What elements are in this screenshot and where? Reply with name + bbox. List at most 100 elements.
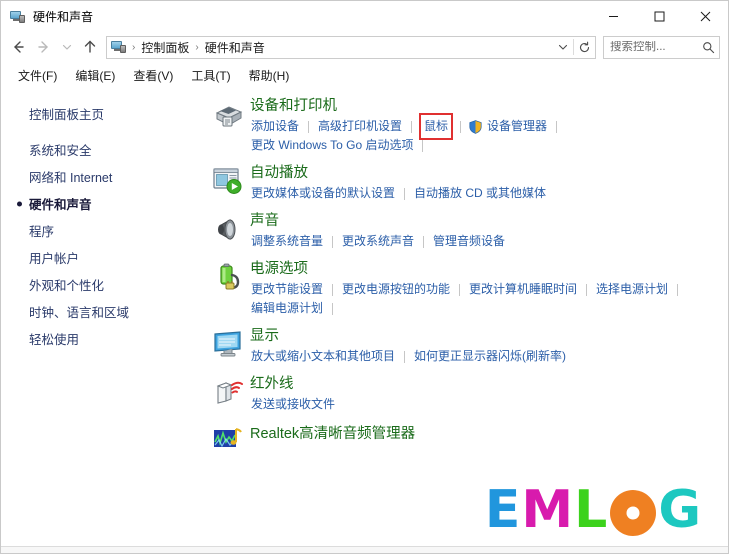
logo-letter-e: E <box>484 480 522 540</box>
sidebar-current-bullet <box>17 201 22 206</box>
category-2: 声音 调整系统音量 更改系统声音 管理音频设备 <box>206 211 728 251</box>
window-title: 硬件和声音 <box>33 10 94 24</box>
sound-icon <box>212 214 244 251</box>
category-link-wrap: 如何更正显示器闪烁(刷新率) <box>413 347 567 366</box>
category-link-wrap: 更改媒体或设备的默认设置 <box>250 184 396 203</box>
search-icon[interactable] <box>697 37 719 58</box>
category-link-1-1[interactable]: 自动播放 CD 或其他媒体 <box>413 184 547 203</box>
logo-letter-l: L <box>574 480 609 540</box>
category-title-5[interactable]: 红外线 <box>250 375 294 394</box>
link-separator <box>332 235 334 248</box>
category-link-0-3[interactable]: 设备管理器 <box>486 117 548 136</box>
category-icon-wrap <box>206 96 250 155</box>
category-link-wrap: 自动播放 CD 或其他媒体 <box>413 184 547 203</box>
category-link-0-2[interactable]: 鼠标 <box>419 113 454 140</box>
sidebar-item-label: 时钟、语言和区域 <box>29 306 130 320</box>
category-body: Realtek高清晰音频管理器 <box>250 422 718 458</box>
category-icon-wrap <box>206 422 250 458</box>
category-link-0-0[interactable]: 添加设备 <box>250 117 300 136</box>
sidebar-item-label: 外观和个性化 <box>29 279 105 293</box>
category-link-2-1[interactable]: 更改系统声音 <box>341 232 415 251</box>
category-title-0[interactable]: 设备和打印机 <box>250 97 337 116</box>
sidebar-item-control-panel-home[interactable]: 控制面板主页 <box>1 100 206 136</box>
menu-file[interactable]: 文件(F) <box>9 64 66 87</box>
up-arrow-icon[interactable] <box>77 35 103 59</box>
infrared-icon <box>212 377 244 414</box>
category-link-0-4[interactable]: 更改 Windows To Go 启动选项 <box>250 136 414 155</box>
menu-bar: 文件(F) 编辑(E) 查看(V) 工具(T) 帮助(H) <box>1 62 728 88</box>
category-link-3-0[interactable]: 更改节能设置 <box>250 280 324 299</box>
category-link-wrap: 高级打印机设置 <box>317 117 403 136</box>
category-link-0-1[interactable]: 高级打印机设置 <box>317 117 403 136</box>
category-link-wrap: 管理音频设备 <box>432 232 506 251</box>
category-link-wrap: 调整系统音量 <box>250 232 324 251</box>
category-link-3-2[interactable]: 更改计算机睡眠时间 <box>468 280 578 299</box>
sidebar-item-3[interactable]: 程序 <box>1 217 206 244</box>
recent-locations-chevron-down-icon[interactable] <box>57 35 77 59</box>
sidebar-item-label: 用户帐户 <box>29 252 80 266</box>
category-icon-wrap <box>206 374 250 414</box>
category-link-wrap: 更改节能设置 <box>250 280 324 299</box>
address-bar[interactable]: › 控制面板 › 硬件和声音 <box>106 35 596 59</box>
category-title-3[interactable]: 电源选项 <box>250 260 308 279</box>
category-link-3-1[interactable]: 更改电源按钮的功能 <box>341 280 451 299</box>
category-list: 设备和打印机 添加设备 高级打印机设置 鼠标 设备管理器更改 Windows To Go… <box>206 88 728 546</box>
category-links: 更改媒体或设备的默认设置 自动播放 CD 或其他媒体 <box>250 184 718 203</box>
category-link-wrap: 鼠标 <box>419 113 454 140</box>
sidebar-item-4[interactable]: 用户帐户 <box>1 244 206 271</box>
minimize-button[interactable] <box>590 1 636 32</box>
logo-letter-g: G <box>658 480 702 540</box>
emlog-watermark-logo: E M L G <box>485 484 702 536</box>
address-chevron-down-icon[interactable] <box>552 37 573 58</box>
realtek-audio-icon <box>212 425 244 458</box>
sidebar-item-0[interactable]: 系统和安全 <box>1 136 206 163</box>
menu-view[interactable]: 查看(V) <box>124 64 182 87</box>
category-link-wrap: 发送或接收文件 <box>250 395 336 414</box>
menu-help[interactable]: 帮助(H) <box>240 64 299 87</box>
back-arrow-icon[interactable] <box>5 35 31 59</box>
category-links: 添加设备 高级打印机设置 鼠标 设备管理器更改 Windows To Go 启动选项 <box>250 113 718 155</box>
link-separator <box>411 120 413 133</box>
sidebar-item-6[interactable]: 时钟、语言和区域 <box>1 298 206 325</box>
category-body: 设备和打印机 添加设备 高级打印机设置 鼠标 设备管理器更改 Windows To Go… <box>250 96 718 155</box>
refresh-icon[interactable] <box>574 37 595 58</box>
forward-arrow-icon[interactable] <box>31 35 57 59</box>
category-title-2[interactable]: 声音 <box>250 212 279 231</box>
category-link-4-1[interactable]: 如何更正显示器闪烁(刷新率) <box>413 347 567 366</box>
category-link-3-3[interactable]: 选择电源计划 <box>595 280 669 299</box>
category-link-5-0[interactable]: 发送或接收文件 <box>250 395 336 414</box>
sidebar-item-5[interactable]: 外观和个性化 <box>1 271 206 298</box>
category-links: 更改节能设置 更改电源按钮的功能 更改计算机睡眠时间 选择电源计划编辑电源计划 <box>250 280 718 318</box>
category-title-6[interactable]: Realtek高清晰音频管理器 <box>250 423 415 445</box>
category-link-wrap: 更改计算机睡眠时间 <box>468 280 578 299</box>
category-link-3-4[interactable]: 编辑电源计划 <box>250 299 324 318</box>
menu-tools[interactable]: 工具(T) <box>182 64 239 87</box>
sidebar-item-2[interactable]: 硬件和声音 <box>1 190 206 217</box>
window-body: 控制面板主页 系统和安全 网络和 Internet 硬件和声音 程序用户帐户外观和个性… <box>1 88 728 546</box>
breadcrumb: › 控制面板 › 硬件和声音 <box>107 38 552 57</box>
category-link-4-0[interactable]: 放大或缩小文本和其他项目 <box>250 347 396 366</box>
category-title-1[interactable]: 自动播放 <box>250 164 308 183</box>
category-4: 显示 放大或缩小文本和其他项目 如何更正显示器闪烁(刷新率) <box>206 326 728 366</box>
link-separator <box>332 283 334 296</box>
sidebar-category-list: 系统和安全 网络和 Internet 硬件和声音 程序用户帐户外观和个性化时钟、语言和… <box>1 136 206 352</box>
category-title-4[interactable]: 显示 <box>250 327 279 346</box>
sidebar-item-1[interactable]: 网络和 Internet <box>1 163 206 190</box>
search-input[interactable] <box>604 41 697 53</box>
link-separator <box>404 187 406 200</box>
category-body: 电源选项 更改节能设置 更改电源按钮的功能 更改计算机睡眠时间 选择电源计划编辑电源计划 <box>250 259 718 318</box>
breadcrumb-item-control-panel[interactable]: 控制面板 <box>137 38 193 57</box>
maximize-button[interactable] <box>636 1 682 32</box>
sidebar: 控制面板主页 系统和安全 网络和 Internet 硬件和声音 程序用户帐户外观和个性… <box>1 88 206 546</box>
control-panel-window: 硬件和声音 › 控制面板 › 硬件和声音 搜索控制... 文件(F) 编辑(E)… <box>0 0 729 554</box>
category-link-2-2[interactable]: 管理音频设备 <box>432 232 506 251</box>
close-button[interactable] <box>682 1 728 32</box>
search-box[interactable] <box>603 35 720 59</box>
sidebar-item-7[interactable]: 轻松使用 <box>1 325 206 352</box>
category-link-1-0[interactable]: 更改媒体或设备的默认设置 <box>250 184 396 203</box>
category-links: 发送或接收文件 <box>250 395 718 414</box>
link-separator <box>556 120 558 133</box>
breadcrumb-item-hardware-sound[interactable]: 硬件和声音 <box>201 38 269 57</box>
menu-edit[interactable]: 编辑(E) <box>66 64 124 87</box>
category-link-2-0[interactable]: 调整系统音量 <box>250 232 324 251</box>
